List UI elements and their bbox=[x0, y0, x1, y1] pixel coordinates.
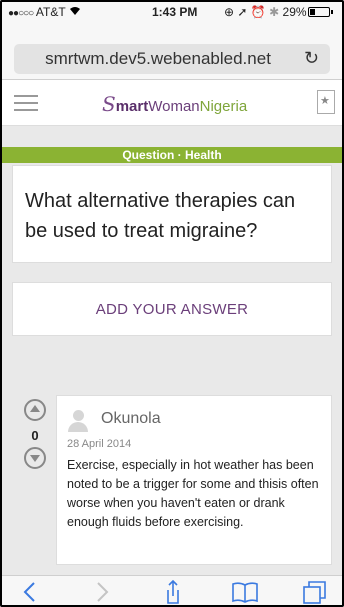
alarm-icon: ⏰ bbox=[250, 5, 266, 19]
battery-fill bbox=[310, 9, 315, 15]
logo-smart: mart bbox=[115, 98, 149, 115]
hamburger-icon[interactable] bbox=[14, 95, 38, 113]
forward-icon[interactable] bbox=[86, 579, 116, 605]
vote-count: 0 bbox=[31, 428, 39, 443]
carrier-info: ●●○○○ AT&T bbox=[8, 5, 81, 19]
status-bar: ●●○○○ AT&T 1:43 PM ⊕ ➚ ⏰ ✱ 29% bbox=[2, 2, 342, 22]
avatar bbox=[67, 410, 89, 432]
answer-date: 28 April 2014 bbox=[67, 438, 132, 450]
tabs-icon[interactable] bbox=[300, 579, 330, 605]
add-answer-button[interactable]: ADD YOUR ANSWER bbox=[12, 282, 332, 336]
site-header: SmartWomanNigeria ★ bbox=[2, 80, 342, 126]
upvote-icon[interactable] bbox=[24, 399, 46, 421]
location-icon: ➚ bbox=[237, 5, 248, 19]
question-category-bar: Question · Health bbox=[2, 147, 342, 163]
status-icons: ⊕ ➚ ⏰ ✱ 29% bbox=[224, 5, 307, 19]
share-icon[interactable] bbox=[158, 579, 188, 605]
address-field[interactable]: smrtwm.dev5.webenabled.net ↻ bbox=[14, 44, 330, 74]
signal-icon: ●●○○○ bbox=[8, 8, 34, 19]
bookmarks-icon[interactable] bbox=[230, 579, 260, 605]
site-logo[interactable]: SmartWomanNigeria bbox=[102, 92, 247, 116]
bookmark-star-icon[interactable]: ★ bbox=[317, 90, 335, 114]
phone-screen: ●●○○○ AT&T 1:43 PM ⊕ ➚ ⏰ ✱ 29% smrtwm.de… bbox=[0, 0, 344, 607]
question-title: What alternative therapies can be used t… bbox=[12, 165, 332, 263]
carrier-name: AT&T bbox=[35, 5, 66, 19]
answer-text: Exercise, especially in hot weather has … bbox=[67, 458, 319, 529]
answer-card: Okunola 28 April 2014 Exercise, especial… bbox=[56, 395, 332, 565]
logo-s: S bbox=[102, 92, 116, 116]
battery-icon bbox=[308, 7, 333, 17]
reload-icon[interactable]: ↻ bbox=[304, 48, 319, 69]
logo-nigeria: Nigeria bbox=[199, 98, 248, 115]
bluetooth-icon: ✱ bbox=[269, 5, 280, 19]
answer-author[interactable]: Okunola bbox=[101, 410, 161, 428]
clock: 1:43 PM bbox=[152, 5, 198, 19]
browser-url-bar: smrtwm.dev5.webenabled.net ↻ bbox=[2, 22, 342, 80]
logo-woman: Woman bbox=[148, 98, 200, 115]
downvote-icon[interactable] bbox=[24, 447, 46, 469]
lock-rotation-icon: ⊕ bbox=[224, 5, 235, 19]
back-icon[interactable] bbox=[16, 579, 46, 605]
browser-toolbar bbox=[2, 575, 342, 605]
battery-percent: 29% bbox=[282, 5, 307, 19]
url-text[interactable]: smrtwm.dev5.webenabled.net bbox=[14, 49, 302, 69]
wifi-icon bbox=[69, 5, 81, 19]
